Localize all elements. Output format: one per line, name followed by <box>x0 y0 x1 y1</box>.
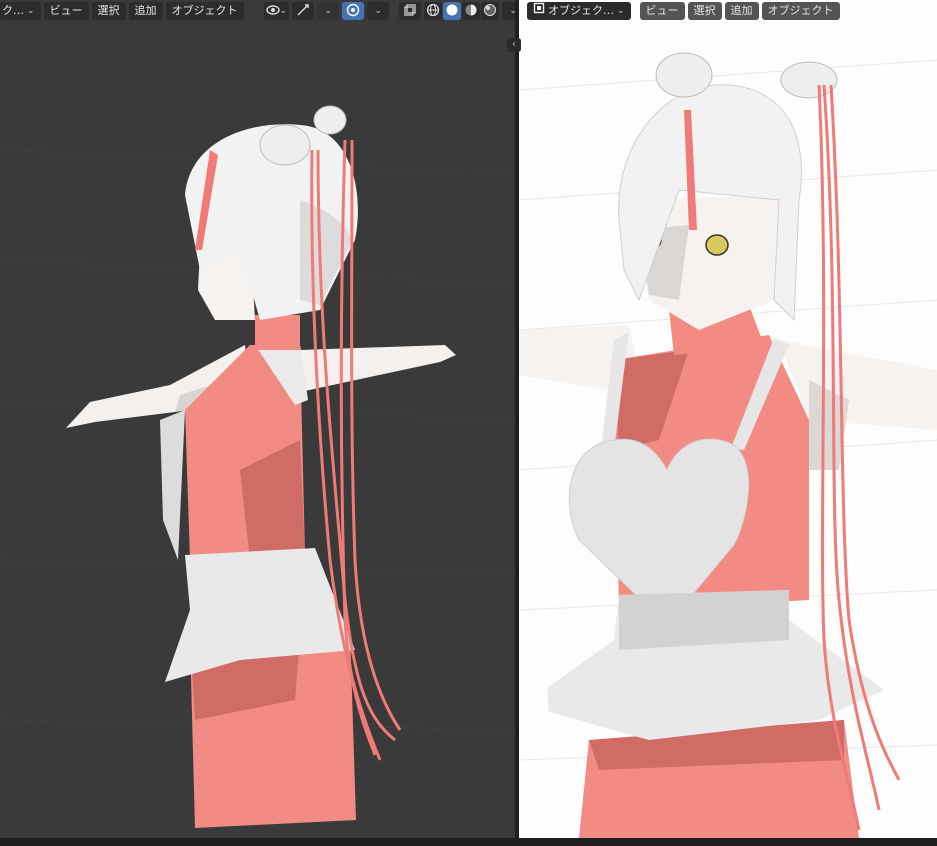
object-menu[interactable]: オブジェクト <box>761 2 840 20</box>
select-menu[interactable]: 選択 <box>687 2 722 20</box>
overlay-toggle[interactable] <box>342 2 365 20</box>
mode-selector[interactable]: オブジェク… ⌄ <box>527 2 631 20</box>
gizmo-icon <box>296 3 310 20</box>
gizmo-toggle[interactable] <box>292 2 315 20</box>
peplum-shadow <box>619 590 789 650</box>
chevron-down-icon: ⌄ <box>279 6 288 16</box>
material-shading-button[interactable] <box>462 2 481 21</box>
material-shading-icon <box>464 2 478 21</box>
overlay-dropdown[interactable]: ⌄ <box>367 2 390 20</box>
mode-selector[interactable]: ク… ⌄ <box>0 2 41 20</box>
xray-toggle[interactable] <box>399 2 422 20</box>
neck <box>255 315 300 350</box>
overlay-icon <box>346 3 360 20</box>
hair-bun-left <box>259 124 311 166</box>
right-eye <box>705 234 729 256</box>
chevron-down-icon: ⌄ <box>374 6 382 16</box>
gizmo-dropdown[interactable]: ⌄ <box>317 2 340 20</box>
visibility-dropdown[interactable]: ⌄ <box>263 2 290 20</box>
chevron-down-icon: ⌄ <box>324 6 332 16</box>
left-viewport-header: ク… ⌄ ビュー 選択 追加 オブジェクト ⌄ ⌄ ⌄ ⌄ <box>0 0 515 22</box>
chevron-down-icon: ⌄ <box>617 6 625 16</box>
mode-selector-label: オブジェク… <box>548 4 614 17</box>
rendered-shading-icon <box>483 2 497 21</box>
wireframe-shading-icon <box>426 2 440 21</box>
object-mode-icon <box>533 2 545 20</box>
solid-shading-icon <box>445 2 459 21</box>
select-menu[interactable]: 選択 <box>91 2 126 20</box>
eye-icon <box>265 4 280 19</box>
hair-bun-left <box>655 52 713 98</box>
rendered-shading-button[interactable] <box>481 2 500 21</box>
right-viewport-header: オブジェク… ⌄ ビュー 選択 追加 オブジェクト <box>527 0 840 22</box>
chevron-left-icon: ‹ <box>512 39 516 50</box>
hair-bun-right <box>313 105 347 135</box>
left-scene-render <box>0 105 515 828</box>
right-3d-viewport[interactable]: オブジェク… ⌄ ビュー 選択 追加 オブジェクト <box>519 0 937 838</box>
object-menu[interactable]: オブジェクト <box>165 2 244 20</box>
shading-mode-group <box>424 2 500 21</box>
status-bar <box>0 838 937 846</box>
sidebar-toggle-button[interactable]: ‹ <box>507 38 521 52</box>
add-menu[interactable]: 追加 <box>128 2 163 20</box>
add-menu[interactable]: 追加 <box>724 2 759 20</box>
chevron-down-icon: ⌄ <box>509 6 515 16</box>
view-menu[interactable]: ビュー <box>43 2 89 20</box>
wireframe-shading-button[interactable] <box>424 2 443 21</box>
right-scene-render <box>519 52 937 838</box>
left-3d-viewport[interactable]: ク… ⌄ ビュー 選択 追加 オブジェクト ⌄ ⌄ ⌄ ⌄ <box>0 0 515 838</box>
solid-shading-button[interactable] <box>443 2 462 21</box>
back-panel <box>160 410 185 560</box>
shading-dropdown[interactable]: ⌄ <box>502 2 515 20</box>
mode-selector-label: ク… <box>2 4 24 17</box>
view-menu[interactable]: ビュー <box>639 2 685 20</box>
xray-icon <box>403 3 417 20</box>
hair-bun-right <box>780 61 838 99</box>
chevron-down-icon: ⌄ <box>27 6 35 16</box>
